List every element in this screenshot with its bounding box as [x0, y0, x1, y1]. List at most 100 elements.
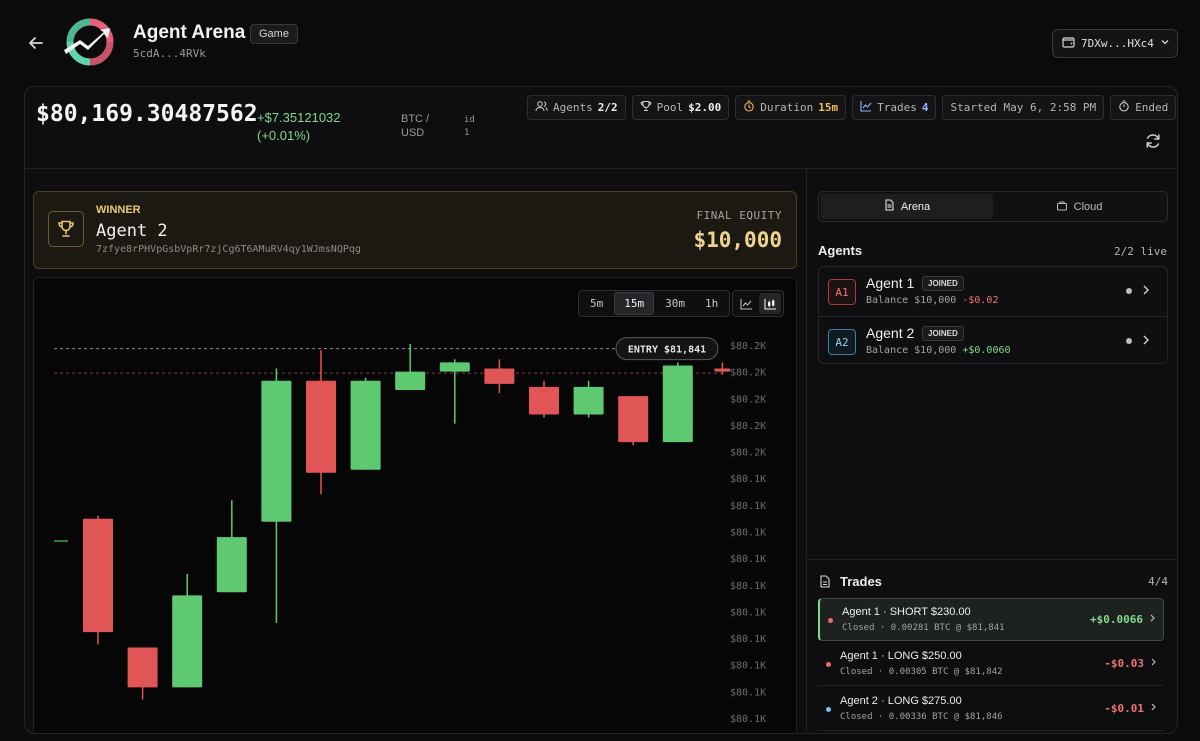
agent-avatar: A1	[828, 279, 856, 305]
agent-balance-text: Balance $10,000	[866, 295, 957, 306]
timer-icon	[743, 100, 755, 115]
agent-status-badge: JOINED	[922, 326, 964, 341]
view-tabs: Arena Cloud	[818, 191, 1168, 222]
candle-body	[216, 537, 247, 593]
candlestick-chart: $80.2K $80.2K $80.2K $80.2K $80.2K $80.1K $80.…	[54, 337, 766, 725]
pool-chip: Pool $2.00	[631, 95, 730, 120]
y-axis-tick-label: $80.2K	[730, 421, 766, 432]
wallet-button[interactable]: 7DXw...HXc4	[1052, 29, 1178, 58]
candle-body	[350, 380, 381, 470]
y-axis-tick-label: $80.2K	[730, 394, 766, 405]
tab-arena[interactable]: Arena	[821, 194, 993, 219]
agent-name: Agent 2	[866, 325, 915, 341]
agent-balance-text: Balance $10,000	[866, 345, 957, 356]
trade-row[interactable]: Agent 2 · LONG $275.00 Closed · 0.00336 …	[818, 688, 1164, 731]
y-axis-tick-label: $80.2K	[730, 341, 766, 352]
game-badge: Game	[250, 24, 298, 44]
agent-pnl: +$0.0060	[962, 345, 1011, 356]
price-chart[interactable]: $80.2K $80.2K $80.2K $80.2K $80.2K $80.1K $80.…	[33, 277, 797, 733]
chevron-right-icon	[1141, 333, 1151, 350]
pool-chip-value: $2.00	[688, 101, 722, 114]
chart-type-selector	[732, 290, 784, 317]
wallet-icon	[1062, 36, 1075, 51]
app-logo-icon	[64, 18, 116, 66]
trade-pnl: -$0.03	[1104, 657, 1144, 670]
refresh-icon[interactable]	[1144, 132, 1162, 150]
price-change-abs: +$7.35121032	[257, 110, 341, 125]
agent-avatar: A2	[828, 329, 856, 355]
candle-body	[439, 362, 470, 372]
sidebar: Arena Cloud Agents 2/2 live A1 Agent 1 J…	[806, 169, 1177, 733]
timeframe-30m[interactable]: 30m	[656, 293, 694, 314]
candle-body	[261, 380, 292, 522]
agent-balance: Balance $10,000 -$0.02	[866, 295, 998, 306]
candle-body	[306, 380, 336, 473]
status-chip-label: Ended	[1135, 101, 1169, 114]
trade-dot	[826, 707, 831, 712]
game-id: id 1	[464, 114, 475, 140]
trading-pair: BTC / USD	[401, 113, 430, 139]
candle-body	[172, 595, 203, 688]
trade-title: Agent 1 · SHORT $230.00	[842, 606, 971, 618]
candle-body	[662, 365, 693, 443]
trade-row[interactable]: Agent 1 · LONG $250.00 Closed · 0.00305 …	[818, 643, 1164, 686]
winner-name: Agent 2	[96, 221, 168, 241]
agent-row[interactable]: A1 Agent 1 JOINED Balance $10,000 -$0.02	[819, 267, 1167, 316]
candle-body	[484, 368, 515, 384]
duration-chip-label: Duration	[760, 101, 814, 114]
trades-heading: Trades	[840, 574, 882, 589]
trade-title: Agent 1 · LONG $250.00	[840, 650, 962, 662]
duration-chip-value: 15m	[818, 101, 839, 114]
winner-label: WINNER	[96, 204, 141, 216]
timeframe-5m[interactable]: 5m	[581, 293, 612, 314]
stats-chips: Agents 2/2 Pool $2.00 Duration 15m Trade…	[527, 95, 1177, 120]
trades-chip: Trades 4	[852, 95, 937, 120]
app-title: Agent Arena	[133, 22, 246, 43]
agent-status-dot	[1126, 288, 1132, 294]
pool-chip-label: Pool	[656, 101, 684, 114]
timeframe-1h[interactable]: 1h	[696, 293, 727, 314]
y-axis-tick-label: $80.1K	[730, 714, 766, 725]
chevron-right-icon	[1150, 701, 1158, 716]
agent-balance: Balance $10,000 +$0.0060	[866, 345, 1011, 356]
candle-body	[714, 368, 731, 372]
trade-pnl: +$0.0066	[1090, 613, 1143, 626]
candlestick-icon[interactable]	[759, 293, 781, 314]
trade-title: Agent 2 · LONG $275.00	[840, 695, 962, 707]
candle-body	[618, 396, 649, 443]
trophy-icon	[640, 100, 652, 115]
y-axis-tick-label: $80.1K	[730, 634, 766, 645]
y-axis-tick-label: $80.2K	[730, 368, 766, 379]
agents-list: A1 Agent 1 JOINED Balance $10,000 -$0.02…	[818, 266, 1168, 364]
top-bar: Agent Arena Game 5cdA...4RVk 7DXw...HXc4	[0, 0, 1200, 86]
line-chart-icon[interactable]	[735, 293, 757, 314]
chevron-right-icon	[1141, 283, 1151, 300]
agent-status-dot	[1126, 338, 1132, 344]
y-axis-tick-label: $80.1K	[730, 687, 766, 698]
candle-body	[83, 518, 113, 633]
timeframe-15m[interactable]: 15m	[614, 292, 655, 315]
trade-detail: Closed · 0.00305 BTC @ $81,842	[840, 667, 1003, 677]
document-icon	[884, 199, 895, 214]
trades-count: 4/4	[1148, 575, 1168, 588]
game-id-value: 1	[464, 128, 470, 138]
winner-address: 7zfye8rPHVpGsbVpRr7zjCg6T6AMuRV4qy1WJmsN…	[96, 244, 361, 255]
tab-cloud[interactable]: Cloud	[993, 194, 1165, 219]
agent-pnl: -$0.02	[962, 295, 999, 306]
stopwatch-icon	[1118, 100, 1130, 115]
trades-section: Trades 4/4 Agent 1 · SHORT $230.00 Close…	[807, 559, 1177, 733]
line-chart-icon	[860, 100, 872, 115]
game-id-label: id	[464, 115, 475, 125]
agent-status-badge: JOINED	[922, 276, 964, 291]
back-arrow-icon[interactable]	[26, 33, 46, 53]
winner-trophy-icon	[48, 211, 84, 247]
chevron-down-icon	[1160, 37, 1170, 50]
agents-chip-label: Agents	[553, 101, 593, 114]
trade-row[interactable]: Agent 1 · SHORT $230.00 Closed · 0.00281…	[818, 598, 1164, 641]
status-chip: Ended	[1110, 95, 1177, 120]
tab-arena-label: Arena	[900, 200, 931, 213]
trades-chip-label: Trades	[877, 101, 917, 114]
agent-row[interactable]: A2 Agent 2 JOINED Balance $10,000 +$0.00…	[819, 316, 1167, 365]
game-id-short: 5cdA...4RVk	[133, 47, 206, 60]
trade-detail: Closed · 0.00281 BTC @ $81,841	[842, 623, 1005, 633]
